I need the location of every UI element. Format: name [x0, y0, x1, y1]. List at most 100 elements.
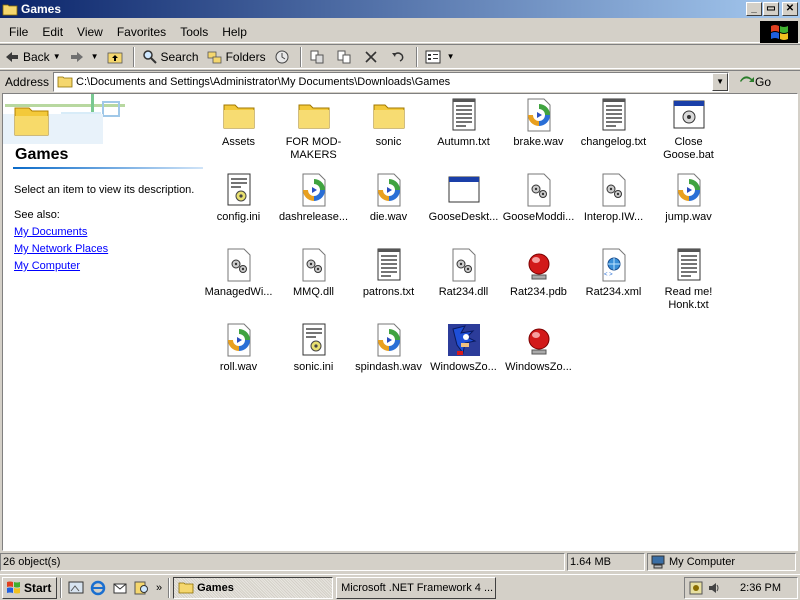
file-item-label: die.wav — [369, 211, 408, 223]
audio-file-icon — [372, 173, 406, 207]
link-my-documents[interactable]: My Documents — [14, 226, 108, 243]
address-input[interactable]: C:\Documents and Settings\Administrator\… — [53, 71, 730, 92]
file-item-label: spindash.wav — [355, 361, 422, 373]
search-icon — [142, 49, 157, 64]
file-item-label: Read me! Honk.txt — [664, 286, 713, 311]
title-bar[interactable]: Games _ ▭ ✕ — [0, 0, 800, 18]
history-button[interactable] — [270, 46, 297, 68]
file-item[interactable]: ManagedWi... — [201, 247, 276, 299]
file-item-label: Rat234.xml — [585, 286, 642, 298]
menu-favorites[interactable]: Favorites — [110, 22, 173, 42]
copy-to-button[interactable] — [332, 46, 359, 68]
folders-icon — [207, 51, 221, 63]
menu-help[interactable]: Help — [215, 22, 254, 42]
file-item[interactable]: roll.wav — [201, 322, 276, 374]
up-folder-button[interactable] — [103, 46, 130, 68]
menu-file[interactable]: File — [2, 22, 35, 42]
audio-file-icon — [522, 98, 556, 132]
close-button[interactable]: ✕ — [782, 2, 798, 16]
file-item[interactable]: patrons.txt — [351, 247, 426, 299]
link-my-network-places[interactable]: My Network Places — [14, 243, 108, 260]
menu-edit[interactable]: Edit — [35, 22, 70, 42]
taskbar-separator — [60, 577, 62, 598]
file-item-label: FOR MOD-MAKERS — [285, 136, 342, 161]
show-desktop-icon[interactable] — [67, 579, 85, 597]
file-item[interactable]: WindowsZo... — [426, 322, 501, 374]
undo-icon — [391, 51, 403, 62]
file-item[interactable]: WindowsZo... — [501, 322, 576, 374]
text-file-icon — [597, 98, 631, 132]
chevron-down-icon[interactable]: ▼ — [53, 52, 61, 61]
file-item[interactable]: GooseDeskt... — [426, 172, 501, 224]
maximize-button[interactable]: ▭ — [763, 2, 779, 16]
menu-bar: File Edit View Favorites Tools Help — [0, 21, 800, 43]
file-item[interactable]: Read me! Honk.txt — [651, 247, 726, 312]
file-item[interactable]: config.ini — [201, 172, 276, 224]
file-item[interactable]: changelog.txt — [576, 97, 651, 149]
audio-file-icon — [297, 173, 331, 207]
go-button[interactable]: Go — [739, 75, 771, 89]
minimize-button[interactable]: _ — [746, 2, 762, 16]
forward-arrow-icon — [70, 51, 83, 62]
toolbar-separator — [415, 46, 418, 67]
audio-file-icon — [372, 323, 406, 357]
file-item[interactable]: dashrelease... — [276, 172, 351, 224]
internet-explorer-icon[interactable] — [89, 579, 107, 597]
file-item-label: WindowsZo... — [430, 361, 497, 373]
search-button[interactable]: Search — [138, 46, 203, 68]
move-to-button[interactable] — [305, 46, 332, 68]
tray-app-icon[interactable] — [689, 581, 703, 595]
file-item[interactable]: Interop.IW... — [576, 172, 651, 224]
file-item[interactable]: Autumn.txt — [426, 97, 501, 149]
file-item[interactable]: sonic.ini — [276, 322, 351, 374]
quick-launch-more-icon[interactable]: » — [156, 582, 162, 594]
back-button[interactable]: Back ▼ — [0, 46, 65, 68]
file-item[interactable]: brake.wav — [501, 97, 576, 149]
folder-view: Games Select an item to view its descrip… — [2, 93, 798, 551]
back-label: Back — [23, 49, 50, 64]
file-item[interactable]: FOR MOD-MAKERS — [276, 97, 351, 162]
pdb-file-icon — [522, 323, 556, 357]
outlook-express-icon[interactable] — [111, 579, 129, 597]
move-to-icon — [310, 50, 324, 63]
audio-file-icon — [672, 173, 706, 207]
chevron-down-icon[interactable]: ▼ — [447, 52, 455, 61]
file-item[interactable]: MMQ.dll — [276, 247, 351, 299]
pdb-file-icon — [522, 248, 556, 282]
chevron-down-icon[interactable]: ▼ — [91, 52, 99, 61]
forward-button[interactable]: ▼ — [65, 46, 103, 68]
file-item[interactable]: jump.wav — [651, 172, 726, 224]
search-icon[interactable] — [133, 579, 151, 597]
file-item-label: ManagedWi... — [204, 286, 273, 298]
folders-button[interactable]: Folders — [203, 46, 270, 68]
pane-divider — [13, 167, 203, 169]
file-item[interactable]: Rat234.dll — [426, 247, 501, 299]
see-also-label: See also: — [14, 209, 60, 221]
file-item[interactable]: < > Rat234.xml — [576, 247, 651, 299]
file-item[interactable]: Close Goose.bat — [651, 97, 726, 162]
link-my-computer[interactable]: My Computer — [14, 260, 108, 277]
volume-icon[interactable] — [707, 581, 721, 595]
folder-icon — [297, 98, 331, 132]
file-item[interactable]: GooseModdi... — [501, 172, 576, 224]
copy-to-icon — [337, 50, 351, 63]
file-item[interactable]: die.wav — [351, 172, 426, 224]
address-dropdown-button[interactable]: ▼ — [712, 72, 729, 91]
menu-tools[interactable]: Tools — [173, 22, 215, 42]
delete-button[interactable] — [359, 46, 386, 68]
undo-button[interactable] — [386, 46, 413, 68]
task-dotnet-installer[interactable]: Microsoft .NET Framework 4 ... — [336, 576, 497, 599]
file-item[interactable]: Rat234.pdb — [501, 247, 576, 299]
views-button[interactable]: ▼ — [421, 46, 459, 68]
computer-icon — [651, 555, 665, 569]
file-item-label: sonic — [375, 136, 402, 148]
file-item[interactable]: sonic — [351, 97, 426, 149]
task-games[interactable]: Games — [173, 576, 334, 599]
file-item-label: brake.wav — [513, 136, 564, 148]
file-item[interactable]: Assets — [201, 97, 276, 149]
file-item-label: sonic.ini — [293, 361, 334, 373]
menu-view[interactable]: View — [70, 22, 110, 42]
dll-file-icon — [522, 173, 556, 207]
start-button[interactable]: Start — [2, 576, 57, 599]
file-item[interactable]: spindash.wav — [351, 322, 426, 374]
